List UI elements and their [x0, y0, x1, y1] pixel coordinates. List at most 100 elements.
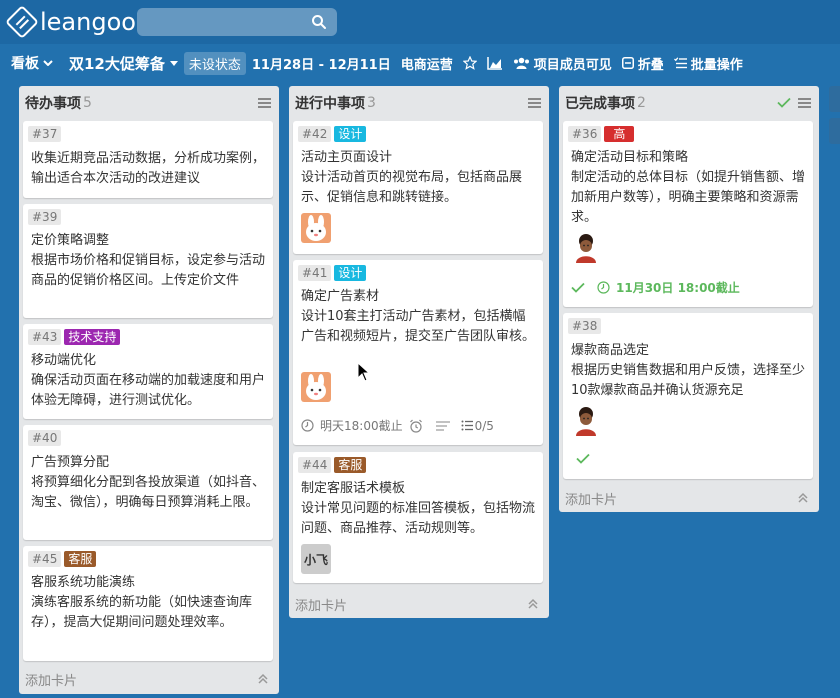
card-44[interactable]: #44 客服 制定客服话术模板 设计常见问题的标准回答模板，包括物流问题、商品推…	[293, 452, 543, 583]
list-header: 待办事项 5	[19, 86, 279, 120]
card-43[interactable]: #43 技术支持 移动端优化 确保活动页面在移动端的加载速度和用户体验无障碍，进…	[23, 324, 273, 419]
bulk-actions-button[interactable]: 批量操作	[673, 54, 743, 73]
collapse-up-icon[interactable]	[527, 598, 539, 610]
clock-icon	[597, 281, 610, 294]
leangoo-logo-icon	[5, 5, 39, 39]
card-description: 设计10套主打活动广告素材，包括横幅广告和视频短片，提交至广告团队审核。	[301, 309, 536, 344]
checklist-progress: 0/5	[474, 418, 494, 433]
list-title[interactable]: 待办事项	[25, 93, 81, 113]
card-36[interactable]: #36 高 确定活动目标和策略 制定活动的总体目标（如提升销售额、增加新用户数等…	[563, 121, 813, 307]
tag-customer-service: 客服	[334, 457, 367, 473]
view-switcher[interactable]: 看板	[11, 53, 53, 73]
card-number: #38	[568, 318, 602, 334]
list-header: 已完成事项 2	[559, 86, 819, 120]
card-description: 设计常见问题的标准回答模板，包括物流问题、商品推荐、活动规则等。	[301, 501, 536, 536]
date-range[interactable]: 11月28日 - 12月11日	[252, 54, 391, 73]
due-date: 11月30日 18:00截止	[616, 281, 740, 295]
team-name[interactable]: 电商运营	[401, 54, 453, 73]
card-41[interactable]: #41 设计 确定广告素材 设计10套主打活动广告素材，包括横幅广告和视频短片，…	[293, 260, 543, 445]
next-list-stub[interactable]	[829, 118, 840, 144]
card-title: 确定活动目标和策略	[571, 150, 689, 165]
person-avatar-icon[interactable]	[571, 406, 601, 436]
add-card-button[interactable]: 添加卡片	[295, 595, 347, 614]
card-40[interactable]: #40 广告预算分配 将预算细化分配到各投放渠道（如抖音、淘宝、微信），明确每日…	[23, 425, 273, 540]
list-in-progress: 进行中事项 3 #42 设计 活动主页面设计 设计活动首页的视觉布局，包括商品展…	[289, 86, 549, 618]
person-avatar-icon[interactable]	[571, 233, 601, 263]
card-meta: 明天18:00截止 0/5	[301, 417, 494, 434]
star-button[interactable]	[462, 56, 477, 70]
card-description: 设计活动首页的视觉布局，包括商品展示、促销信息和跳转链接。	[301, 170, 523, 205]
card-number: #45	[28, 551, 62, 567]
card-description: 制定活动的总体目标（如提升销售额、增加新用户数等），明确主要策略和资源需求。	[571, 170, 806, 225]
list-todo: 待办事项 5 #37 收集近期竞品活动数据，分析成功案例，输出适合本次活动的改进…	[19, 86, 279, 694]
area-chart-icon	[486, 57, 502, 70]
list-menu-icon[interactable]	[798, 98, 811, 108]
status-badge[interactable]: 未设状态	[183, 51, 246, 75]
card-description: 演练客服系统的新功能（如快速查询库存），提高大促期间问题处理效率。	[31, 595, 253, 630]
collapse-up-icon[interactable]	[797, 492, 809, 504]
card-meta: 11月30日 18:00截止	[571, 279, 740, 296]
collapse-up-icon[interactable]	[257, 673, 269, 685]
alarm-icon[interactable]	[409, 419, 423, 433]
card-number: #44	[298, 457, 332, 473]
next-list-stub[interactable]	[829, 86, 840, 112]
done-check-icon[interactable]	[571, 282, 585, 293]
fold-button[interactable]: 折叠	[621, 54, 664, 73]
view-label: 看板	[11, 56, 39, 72]
checklist-icon	[461, 420, 473, 431]
list-header: 进行中事项 3	[289, 86, 549, 120]
caret-down-icon	[169, 60, 178, 66]
visibility-label: 项目成员可见	[533, 57, 612, 73]
card-description: 根据市场价格和促销目标，设定参与活动商品的促销价格区间。上传定价文件	[31, 253, 266, 288]
search-input[interactable]	[137, 8, 337, 36]
tag-priority-high: 高	[604, 126, 635, 142]
visibility-button[interactable]: 项目成员可见	[513, 54, 612, 73]
card-description: 根据历史销售数据和用户反馈，选择至少10款爆款商品并确认货源充足	[571, 363, 806, 398]
card-title: 定价策略调整	[31, 233, 110, 248]
bunny-avatar-icon[interactable]	[301, 213, 331, 243]
list-count: 2	[637, 95, 646, 111]
fold-label: 折叠	[637, 57, 664, 73]
list-done: 已完成事项 2 #36 高 确定活动目标和策略 制定活动的总体目标（如提升销售额…	[559, 86, 819, 512]
bulk-actions-label: 批量操作	[690, 57, 743, 73]
card-39[interactable]: #39 定价策略调整 根据市场价格和促销目标，设定参与活动商品的促销价格区间。上…	[23, 204, 273, 318]
board-toolbar: 看板 双12大促筹备 未设状态 11月28日 - 12月11日 电商运营 项目成…	[0, 44, 840, 82]
list-count: 3	[367, 95, 376, 111]
list-menu-icon[interactable]	[258, 98, 271, 108]
list-title[interactable]: 进行中事项	[295, 93, 365, 113]
avatar[interactable]: 小飞	[301, 544, 331, 574]
card-title: 移动端优化	[31, 353, 97, 368]
card-title: 活动主页面设计	[301, 150, 393, 165]
card-title: 客服系统功能演练	[31, 575, 136, 590]
card-number: #42	[298, 126, 332, 142]
card-number: #39	[28, 209, 62, 225]
add-card-button[interactable]: 添加卡片	[25, 670, 77, 689]
card-title: 广告预算分配	[31, 455, 110, 470]
card-number: #37	[28, 126, 62, 142]
chevron-down-icon	[43, 60, 53, 66]
list-title[interactable]: 已完成事项	[565, 93, 635, 113]
done-check-icon[interactable]	[576, 453, 590, 464]
add-card-button[interactable]: 添加卡片	[565, 489, 617, 508]
card-42[interactable]: #42 设计 活动主页面设计 设计活动首页的视觉布局，包括商品展示、促销信息和跳…	[293, 121, 543, 254]
board-name[interactable]: 双12大促筹备	[69, 53, 178, 74]
card-title: 制定客服话术模板	[301, 481, 406, 496]
mouse-cursor-icon	[357, 362, 371, 382]
chart-button[interactable]	[486, 56, 503, 70]
card-number: #36	[568, 126, 602, 142]
bunny-avatar-icon[interactable]	[301, 372, 331, 402]
clock-icon	[301, 419, 314, 432]
card-38[interactable]: #38 爆款商品选定 根据历史销售数据和用户反馈，选择至少10款爆款商品并确认货…	[563, 313, 813, 479]
card-number: #41	[298, 265, 332, 281]
minus-square-icon	[621, 57, 634, 69]
card-45[interactable]: #45 客服 客服系统功能演练 演练客服系统的新功能（如快速查询库存），提高大促…	[23, 546, 273, 661]
list-count: 5	[83, 95, 92, 111]
card-number: #40	[28, 430, 62, 446]
card-37[interactable]: #37 收集近期竞品活动数据，分析成功案例，输出适合本次活动的改进建议	[23, 121, 273, 198]
top-bar: leangoo	[0, 0, 840, 44]
tag-design: 设计	[334, 265, 367, 281]
search-icon[interactable]	[311, 14, 327, 30]
tag-customer-service: 客服	[64, 551, 97, 567]
logo[interactable]: leangoo	[5, 5, 136, 39]
list-menu-icon[interactable]	[528, 98, 541, 108]
